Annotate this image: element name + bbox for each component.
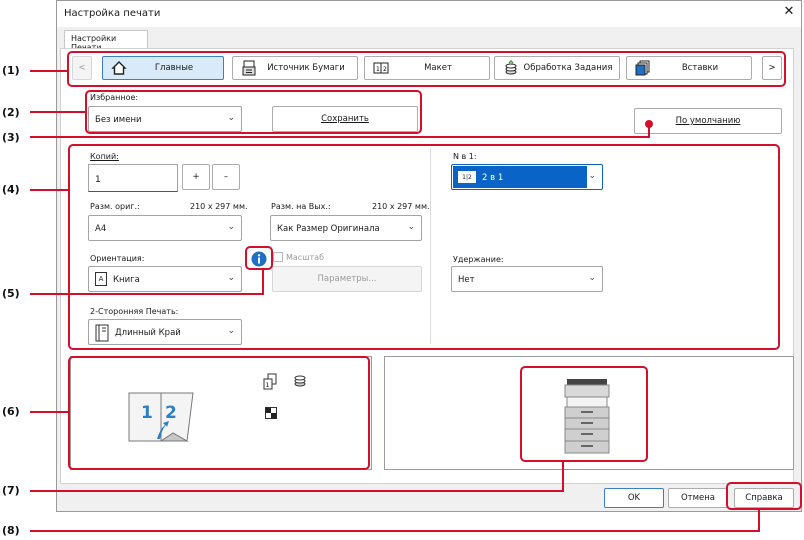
defaults-button[interactable]: По умолчанию (634, 108, 782, 134)
callout-dot-3 (645, 120, 653, 128)
callout-3: (3) (2, 131, 20, 144)
callout-box-5 (245, 246, 273, 270)
callout-box-2 (85, 90, 422, 134)
callout-line-2 (30, 111, 86, 113)
callout-line-1 (30, 70, 68, 72)
title-bar (57, 1, 801, 27)
callout-6: (6) (2, 405, 20, 418)
ok-button[interactable]: OK (604, 488, 664, 508)
callout-2: (2) (2, 106, 20, 119)
callout-line-4 (30, 189, 68, 191)
callout-line-5b (262, 268, 264, 295)
callout-box-8 (726, 482, 802, 510)
callout-line-7b (562, 460, 564, 492)
close-icon[interactable]: ✕ (780, 4, 798, 20)
callout-7: (7) (2, 484, 20, 497)
callout-8: (8) (2, 524, 20, 537)
callout-line-6 (30, 411, 70, 413)
callout-line-8b (758, 508, 760, 532)
tab-print-settings[interactable]: Настройки Печати (64, 30, 148, 52)
callout-line-3 (30, 136, 650, 138)
cancel-button[interactable]: Отмена (668, 488, 728, 508)
callout-box-4 (68, 144, 780, 350)
window-title: Настройка печати (64, 8, 161, 19)
callout-line-5 (30, 293, 264, 295)
callout-line-8 (30, 530, 760, 532)
callout-5: (5) (2, 287, 20, 300)
callout-1: (1) (2, 64, 20, 77)
callout-box-7 (520, 366, 648, 462)
callout-box-6 (68, 356, 370, 470)
callout-line-7 (30, 490, 564, 492)
callout-box-1 (67, 51, 786, 87)
callout-4: (4) (2, 183, 20, 196)
